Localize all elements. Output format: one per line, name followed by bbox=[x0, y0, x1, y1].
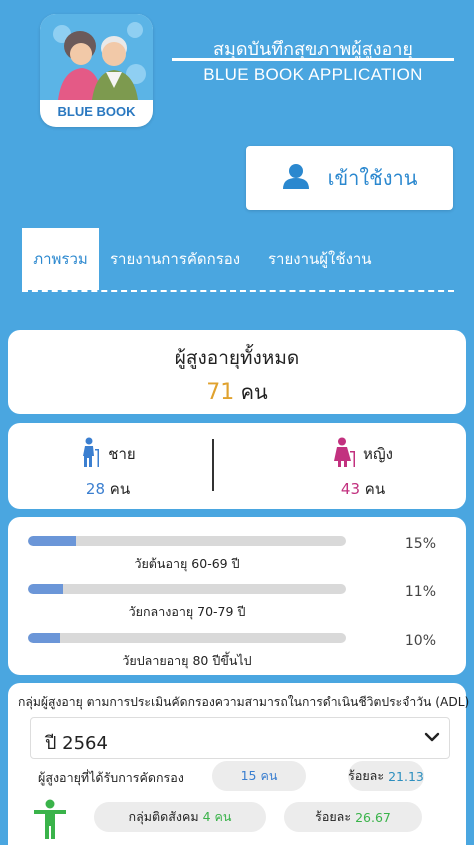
adl-title: กลุ่มผู้สูงอายุ ตามการประเมินคัดกรองความ… bbox=[18, 695, 470, 709]
social-group-pill: กลุ่มติดสังคม 4 คน bbox=[94, 802, 266, 832]
percent-label: ร้อยละ bbox=[315, 809, 352, 824]
progress-track bbox=[28, 584, 346, 594]
age-row-early: วัยต้นอายุ 60-69 ปี 15% bbox=[28, 526, 448, 574]
standing-person-icon bbox=[32, 799, 68, 843]
app-title-english: BLUE BOOK APPLICATION bbox=[203, 65, 423, 84]
age-label: วัยต้นอายุ 60-69 ปี bbox=[134, 556, 240, 571]
title-divider bbox=[172, 58, 454, 61]
social-percent-pill: ร้อยละ 26.67 bbox=[284, 802, 422, 832]
gender-card: ชาย 28 คน หญิง 43 คน bbox=[8, 423, 466, 509]
age-row-middle: วัยกลางอายุ 70-79 ปี 11% bbox=[28, 574, 448, 622]
year-select[interactable]: ปี 2564 bbox=[30, 717, 450, 759]
progress-track bbox=[28, 536, 346, 546]
login-button[interactable]: เข้าใช้งาน bbox=[246, 146, 453, 210]
gender-divider bbox=[212, 439, 214, 491]
age-label: วัยกลางอายุ 70-79 ปี bbox=[128, 604, 246, 619]
total-count-line: 71 คน bbox=[8, 376, 466, 408]
female-label: หญิง bbox=[363, 445, 393, 463]
tab-dashed-rule bbox=[22, 290, 454, 292]
female-count: 43 bbox=[340, 480, 360, 498]
chevron-down-icon bbox=[423, 728, 441, 750]
tab-overview[interactable]: ภาพรวม bbox=[22, 228, 99, 290]
logo-text: BLUE BOOK bbox=[57, 104, 136, 119]
male-count-line: 28 คน bbox=[8, 477, 208, 501]
age-label: วัยปลายอายุ 80 ปีขึ้นไป bbox=[122, 653, 252, 668]
male-unit: คน bbox=[109, 480, 131, 498]
age-percent: 15% bbox=[404, 536, 436, 552]
app-logo: BLUE BOOK bbox=[40, 14, 153, 127]
total-elderly-card: ผู้สูงอายุทั้งหมด 71 คน bbox=[8, 330, 466, 414]
progress-fill bbox=[28, 584, 63, 594]
year-select-value: ปี 2564 bbox=[45, 733, 108, 754]
total-unit: คน bbox=[240, 380, 268, 404]
total-title: ผู้สูงอายุทั้งหมด bbox=[174, 347, 300, 369]
elderly-man-icon bbox=[80, 437, 102, 471]
social-count: 4 คน bbox=[202, 809, 232, 824]
male-label: ชาย bbox=[108, 445, 136, 463]
tab-user-report[interactable]: รายงานผู้ใช้งาน bbox=[268, 228, 372, 290]
social-percent: 26.67 bbox=[355, 809, 391, 825]
login-label: เข้าใช้งาน bbox=[327, 166, 418, 190]
screened-count-pill: 15 คน bbox=[212, 761, 306, 791]
female-column: หญิง 43 คน bbox=[263, 437, 463, 501]
age-row-late: วัยปลายอายุ 80 ปีขึ้นไป 10% bbox=[28, 623, 448, 671]
percent-label: ร้อยละ bbox=[348, 768, 385, 783]
adl-card: กลุ่มผู้สูงอายุ ตามการประเมินคัดกรองความ… bbox=[8, 683, 470, 845]
male-count: 28 bbox=[85, 480, 105, 498]
total-count: 71 bbox=[206, 380, 235, 405]
age-percent: 11% bbox=[404, 584, 436, 600]
progress-fill bbox=[28, 536, 76, 546]
tab-screening-report[interactable]: รายงานการคัดกรอง bbox=[110, 228, 240, 290]
screened-count: 15 คน bbox=[240, 768, 278, 783]
screened-percent: 21.13 bbox=[388, 768, 424, 784]
social-label: กลุ่มติดสังคม bbox=[128, 809, 199, 824]
age-group-card: วัยต้นอายุ 60-69 ปี 15% วัยกลางอายุ 70-7… bbox=[8, 517, 466, 675]
progress-track bbox=[28, 633, 346, 643]
screened-percent-pill: ร้อยละ 21.13 bbox=[348, 761, 424, 791]
screened-label: ผู้สูงอายุที่ได้รับการคัดกรอง bbox=[38, 770, 184, 785]
female-unit: คน bbox=[364, 480, 386, 498]
male-column: ชาย 28 คน bbox=[8, 437, 208, 501]
tab-bar: ภาพรวม รายงานการคัดกรอง รายงานผู้ใช้งาน bbox=[22, 228, 454, 292]
female-count-line: 43 คน bbox=[263, 477, 463, 501]
elderly-couple-illustration bbox=[40, 14, 153, 100]
elderly-woman-icon bbox=[333, 437, 357, 471]
age-percent: 10% bbox=[404, 633, 436, 649]
progress-fill bbox=[28, 633, 60, 643]
user-icon bbox=[282, 163, 310, 193]
